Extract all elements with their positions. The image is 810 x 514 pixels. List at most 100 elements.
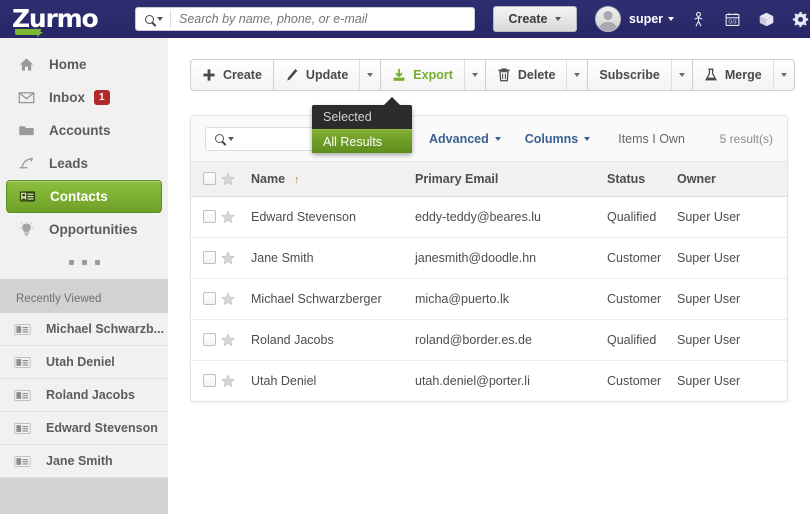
update-dropdown-toggle[interactable]: [359, 60, 380, 90]
export-menu-item-selected[interactable]: Selected: [312, 105, 412, 129]
update-button[interactable]: Update: [272, 59, 381, 91]
columns-label: Columns: [524, 131, 579, 146]
chevron-down-icon: [668, 17, 675, 21]
create-button-inner[interactable]: Create: [191, 60, 273, 90]
items-i-own-link[interactable]: Items I Own: [618, 132, 685, 146]
delete-button-inner[interactable]: Delete: [486, 60, 567, 90]
star-icon[interactable]: [221, 291, 235, 306]
column-header-owner[interactable]: Owner: [677, 162, 787, 197]
delete-button[interactable]: Delete: [484, 59, 588, 91]
sidebar-item-accounts[interactable]: Accounts: [6, 114, 162, 147]
chevron-down-icon[interactable]: [228, 136, 234, 141]
table-body: Edward Stevenson eddy-teddy@beares.lu Qu…: [191, 196, 787, 401]
delete-dropdown-toggle[interactable]: [566, 60, 587, 90]
contacts-list-panel: Advanced Columns Items I Own 5 result(s): [190, 115, 788, 402]
sidebar-item-label: Home: [49, 57, 87, 72]
column-header-name[interactable]: Name ↑: [247, 162, 415, 197]
user-menu[interactable]: super: [629, 12, 675, 26]
flask-icon: [704, 68, 717, 81]
header-create-button[interactable]: Create: [493, 6, 577, 32]
sidebar-item-contacts[interactable]: Contacts: [6, 180, 162, 213]
contacts-table: Name ↑ Primary Email Status Owner Edward…: [191, 162, 787, 401]
merge-button[interactable]: Merge: [691, 59, 795, 91]
row-checkbox[interactable]: [203, 374, 216, 388]
list-item[interactable]: Edward Stevenson: [0, 412, 168, 445]
sidebar-item-label: Leads: [49, 156, 89, 171]
cell-name[interactable]: Edward Stevenson: [247, 196, 415, 238]
logo-swoosh-icon: [15, 29, 43, 37]
advanced-filter-label: Advanced: [429, 131, 489, 146]
create-button-label: Create: [223, 68, 262, 82]
table-row[interactable]: Utah Deniel utah.deniel@porter.li Custom…: [191, 360, 787, 401]
row-select-cell: [191, 360, 221, 401]
create-button[interactable]: Create: [190, 59, 273, 91]
row-checkbox[interactable]: [203, 333, 216, 346]
table-row[interactable]: Edward Stevenson eddy-teddy@beares.lu Qu…: [191, 196, 787, 238]
table-header-row: Name ↑ Primary Email Status Owner: [191, 162, 787, 197]
subscribe-button-label: Subscribe: [599, 68, 660, 82]
subscribe-button-inner[interactable]: Subscribe: [588, 60, 670, 90]
merge-dropdown-toggle[interactable]: [772, 60, 794, 90]
select-all-checkbox[interactable]: [203, 172, 216, 186]
star-icon[interactable]: [221, 374, 235, 388]
row-checkbox[interactable]: [203, 292, 216, 305]
svg-text:G/3: G/3: [728, 19, 736, 25]
action-toolbar: Create Update Export Delete Subscribe Me…: [190, 59, 810, 91]
row-checkbox[interactable]: [203, 251, 216, 264]
cell-name[interactable]: Jane Smith: [247, 237, 415, 279]
app-logo[interactable]: Zurmo: [12, 6, 117, 37]
sidebar-item-inbox[interactable]: Inbox 1: [6, 81, 162, 114]
cell-status: Customer: [607, 237, 677, 279]
cell-name[interactable]: Roland Jacobs: [247, 319, 415, 361]
global-search-input[interactable]: [171, 12, 474, 26]
star-icon[interactable]: [221, 332, 235, 347]
avatar[interactable]: [595, 6, 621, 32]
advanced-filter-link[interactable]: Advanced: [429, 132, 501, 146]
list-item[interactable]: Michael Schwarzb...: [0, 313, 168, 346]
row-checkbox[interactable]: [203, 210, 216, 223]
star-icon[interactable]: [221, 250, 235, 265]
star-icon[interactable]: [221, 172, 235, 186]
global-search-scope-toggle[interactable]: [136, 10, 171, 28]
merge-button-inner[interactable]: Merge: [693, 60, 773, 90]
chevron-down-icon: [584, 136, 591, 141]
mascot-icon[interactable]: [690, 11, 707, 28]
calendar-icon[interactable]: G/3: [724, 11, 741, 28]
export-dropdown-toggle[interactable]: [463, 60, 485, 90]
search-icon: [215, 134, 224, 143]
list-item[interactable]: Utah Deniel: [0, 346, 168, 379]
sidebar-item-home[interactable]: Home: [6, 48, 162, 81]
global-search[interactable]: [135, 7, 475, 31]
export-button[interactable]: Export: [380, 59, 485, 91]
cell-name[interactable]: Michael Schwarzberger: [247, 278, 415, 320]
recently-viewed-title: Recently Viewed: [16, 293, 102, 305]
chevron-down-icon: [574, 73, 581, 77]
sidebar-item-label: Accounts: [49, 123, 111, 138]
select-all-header: [191, 162, 221, 197]
list-item[interactable]: Jane Smith: [0, 445, 168, 478]
columns-link[interactable]: Columns: [524, 131, 591, 146]
sidebar-item-opportunities[interactable]: Opportunities: [6, 213, 162, 246]
sidebar-more-button[interactable]: [0, 246, 168, 271]
pencil-icon: [287, 69, 298, 81]
column-header-email[interactable]: Primary Email: [415, 162, 607, 197]
gear-icon[interactable]: [792, 11, 809, 28]
table-row[interactable]: Michael Schwarzberger micha@puerto.lk Cu…: [191, 278, 787, 320]
sidebar-item-label: Contacts: [50, 189, 108, 204]
table-row[interactable]: Roland Jacobs roland@border.es.de Qualif…: [191, 319, 787, 361]
column-header-status[interactable]: Status: [607, 162, 677, 197]
star-icon[interactable]: [221, 209, 235, 224]
contact-card-icon: [14, 422, 31, 434]
subscribe-button[interactable]: Subscribe: [587, 59, 692, 91]
gamification-cube-icon[interactable]: [758, 11, 775, 28]
table-row[interactable]: Jane Smith janesmith@doodle.hn Customer …: [191, 237, 787, 279]
list-item[interactable]: Roland Jacobs: [0, 379, 168, 412]
export-dropdown-menu: Selected All Results: [312, 97, 412, 153]
export-menu-item-all-results[interactable]: All Results: [312, 129, 412, 153]
cell-name[interactable]: Utah Deniel: [247, 360, 415, 401]
update-button-inner[interactable]: Update: [274, 60, 359, 90]
subscribe-dropdown-toggle[interactable]: [670, 60, 692, 90]
sidebar-item-leads[interactable]: Leads: [6, 147, 162, 180]
export-button-inner[interactable]: Export: [381, 60, 464, 90]
folder-icon: [19, 126, 34, 136]
